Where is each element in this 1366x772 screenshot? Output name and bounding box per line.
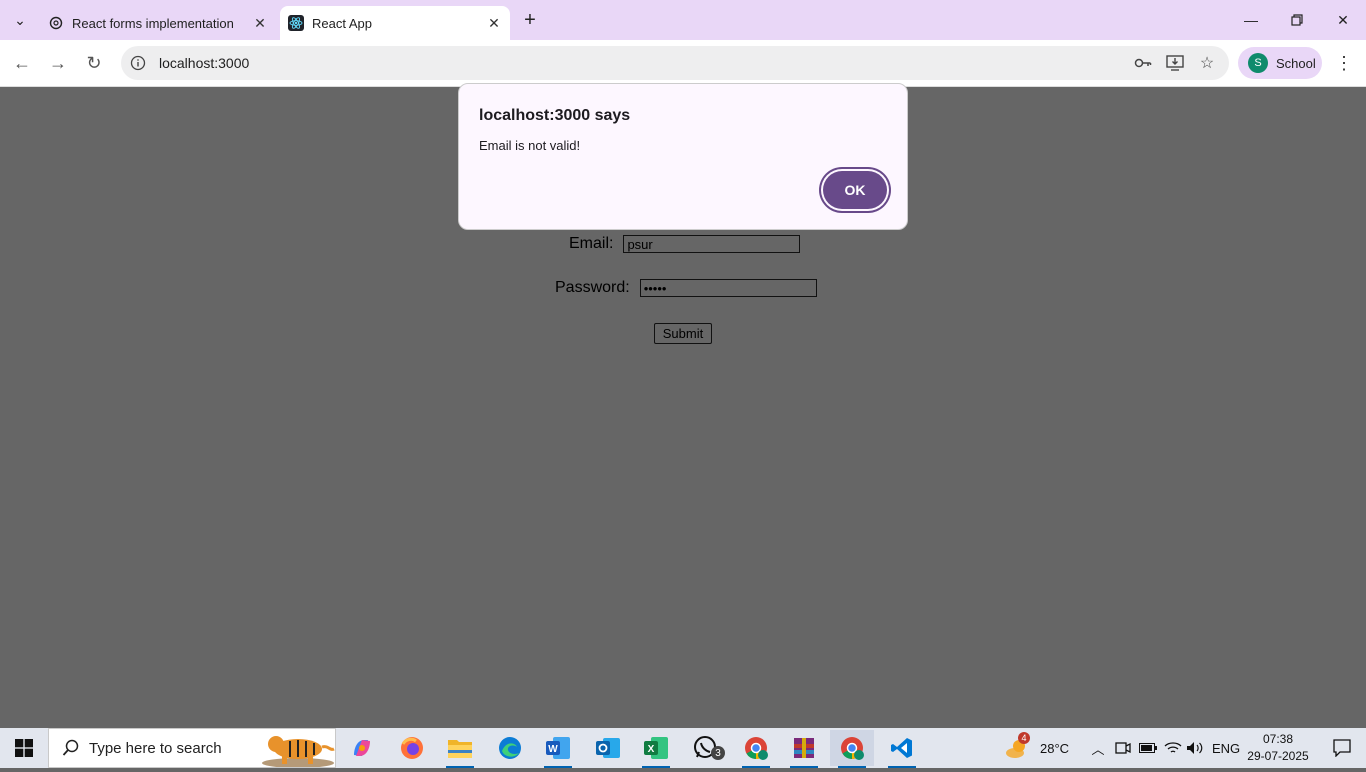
close-window-icon[interactable]: ✕ [1320,6,1366,34]
firefox-icon[interactable] [390,730,434,766]
url-text[interactable]: localhost:3000 [159,55,1127,71]
openai-icon [48,15,64,31]
network-icon[interactable] [1164,728,1182,768]
excel-icon[interactable]: X [634,730,678,768]
word-icon[interactable]: W [536,730,580,768]
email-label: Email: [569,235,614,252]
winrar-icon[interactable] [782,730,826,768]
tab-react-forms[interactable]: React forms implementation ✕ [40,6,276,40]
password-input[interactable]: ••••• [639,279,817,297]
dialog-title: localhost:3000 says [479,107,631,124]
password-row: Password: ••••• [555,279,817,297]
password-key-icon[interactable] [1127,47,1159,79]
submit-button[interactable]: Submit [654,323,712,344]
react-icon [288,15,304,31]
install-app-icon[interactable] [1159,47,1191,79]
close-tab-icon[interactable]: ✕ [250,13,270,33]
meet-now-icon[interactable] [1115,728,1131,768]
edge-icon[interactable] [488,730,532,766]
tab-title: React App [312,15,372,31]
tiger-search-highlight-icon [258,729,336,768]
clock-date: 29-07-2025 [1247,749,1309,763]
notification-center-icon[interactable] [1318,728,1366,768]
alert-dialog: localhost:3000 says Email is not valid! … [458,83,908,230]
site-info-icon[interactable] [129,54,147,72]
svg-text:W: W [548,744,558,755]
ok-button[interactable]: OK [823,171,887,209]
avatar: S [1248,53,1268,73]
bookmark-star-icon[interactable]: ☆ [1191,47,1223,79]
dialog-message: Email is not valid! [479,138,581,153]
search-placeholder: Type here to search [89,739,222,757]
tab-search-chevron-icon[interactable]: ⌄ [6,6,34,34]
file-explorer-icon[interactable] [438,730,482,768]
chrome-icon[interactable] [734,730,778,768]
back-icon[interactable]: ← [7,48,37,78]
show-hidden-icons-chevron-up-icon[interactable]: ︿ [1090,728,1106,768]
new-tab-icon[interactable]: + [518,8,542,32]
language-indicator[interactable]: ENG [1212,728,1240,768]
search-icon [61,738,81,758]
weather-temp: 28°C [1040,740,1070,756]
outlook-icon[interactable] [586,730,630,766]
forward-icon[interactable]: → [43,48,73,78]
weather-badge: 4 [1018,732,1030,744]
copilot-icon[interactable] [340,730,384,766]
tab-title: React forms implementation [72,15,234,31]
restore-icon[interactable] [1274,6,1320,34]
windows-start-icon[interactable] [0,728,48,768]
password-label: Password: [555,279,630,296]
clock-time: 07:38 [1262,732,1294,746]
email-input[interactable]: psur [623,235,801,253]
minimize-icon[interactable]: — [1228,6,1274,34]
address-bar[interactable]: localhost:3000 ☆ [121,46,1229,80]
battery-icon[interactable] [1139,728,1157,768]
volume-icon[interactable] [1186,728,1204,768]
more-menu-icon[interactable]: ⋮ [1330,48,1358,78]
close-tab-icon[interactable]: ✕ [484,13,504,33]
weather-widget[interactable]: 4 28°C [1004,728,1069,768]
vscode-icon[interactable] [880,730,924,768]
chrome-active-icon[interactable] [830,730,874,768]
clock[interactable]: 07:38 29-07-2025 [1240,731,1316,765]
email-row: Email: psur [569,235,801,253]
reload-icon[interactable]: ↻ [79,48,109,78]
whatsapp-badge: 3 [711,746,725,760]
profile-button[interactable]: S School [1238,47,1322,79]
profile-name: School [1276,55,1316,71]
weather-icon: 4 [1004,732,1030,760]
svg-text:X: X [648,744,655,755]
whatsapp-icon[interactable]: 3 [684,730,728,766]
tab-react-app[interactable]: React App ✕ [280,6,510,40]
